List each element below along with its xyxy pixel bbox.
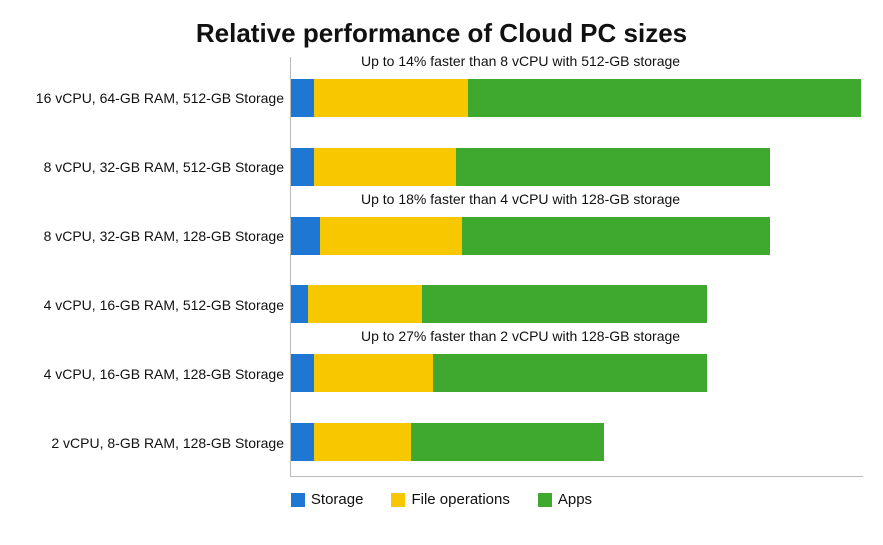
stacked-bar [291,79,861,117]
category-label: 4 vCPU, 16-GB RAM, 128-GB Storage [20,339,290,408]
bar-segment-apps [456,148,770,186]
stacked-bar [291,148,770,186]
legend-item-storage: Storage [291,491,364,508]
legend-item-apps: Apps [538,491,592,508]
bar-segment-storage [291,423,314,461]
bar-segment-fileops [314,148,457,186]
chart-title: Relative performance of Cloud PC sizes [20,18,863,49]
bars-area: Up to 14% faster than 8 vCPU with 512-GB… [290,57,863,477]
chart-card: Relative performance of Cloud PC sizes 1… [0,0,883,545]
bar-row [291,407,863,476]
bar-segment-fileops [308,285,422,323]
bar-segment-fileops [320,217,463,255]
square-icon [391,493,405,507]
category-label: 4 vCPU, 16-GB RAM, 512-GB Storage [20,270,290,339]
bar-segment-apps [462,217,770,255]
stacked-bar [291,423,604,461]
legend-label: Apps [558,491,592,508]
bar-segment-storage [291,79,314,117]
bar-segment-storage [291,354,314,392]
y-axis-labels: 16 vCPU, 64-GB RAM, 512-GB Storage 8 vCP… [20,57,290,477]
bar-segment-apps [411,423,605,461]
legend: Storage File operations Apps [20,491,863,508]
legend-item-fileops: File operations [391,491,509,508]
stacked-bar [291,285,707,323]
bar-segment-apps [433,354,707,392]
bar-row: Up to 27% faster than 2 vCPU with 128-GB… [291,338,863,407]
annotation: Up to 18% faster than 4 vCPU with 128-GB… [361,191,680,207]
bar-row: Up to 14% faster than 8 vCPU with 512-GB… [291,63,863,132]
legend-label: File operations [411,491,509,508]
bar-segment-storage [291,285,308,323]
bar-segment-storage [291,217,320,255]
annotation: Up to 14% faster than 8 vCPU with 512-GB… [361,53,680,69]
category-label: 8 vCPU, 32-GB RAM, 512-GB Storage [20,132,290,201]
stacked-bar [291,354,707,392]
bar-row: Up to 18% faster than 4 vCPU with 128-GB… [291,201,863,270]
plot-area: 16 vCPU, 64-GB RAM, 512-GB Storage 8 vCP… [20,57,863,477]
bar-segment-apps [422,285,707,323]
stacked-bar [291,217,770,255]
bar-segment-fileops [314,423,411,461]
category-label: 16 vCPU, 64-GB RAM, 512-GB Storage [20,63,290,132]
bar-segment-storage [291,148,314,186]
bar-segment-fileops [314,354,434,392]
category-label: 2 vCPU, 8-GB RAM, 128-GB Storage [20,408,290,477]
bar-segment-fileops [314,79,468,117]
bar-segment-apps [468,79,861,117]
category-label: 8 vCPU, 32-GB RAM, 128-GB Storage [20,201,290,270]
legend-label: Storage [311,491,364,508]
square-icon [538,493,552,507]
square-icon [291,493,305,507]
annotation: Up to 27% faster than 2 vCPU with 128-GB… [361,328,680,344]
